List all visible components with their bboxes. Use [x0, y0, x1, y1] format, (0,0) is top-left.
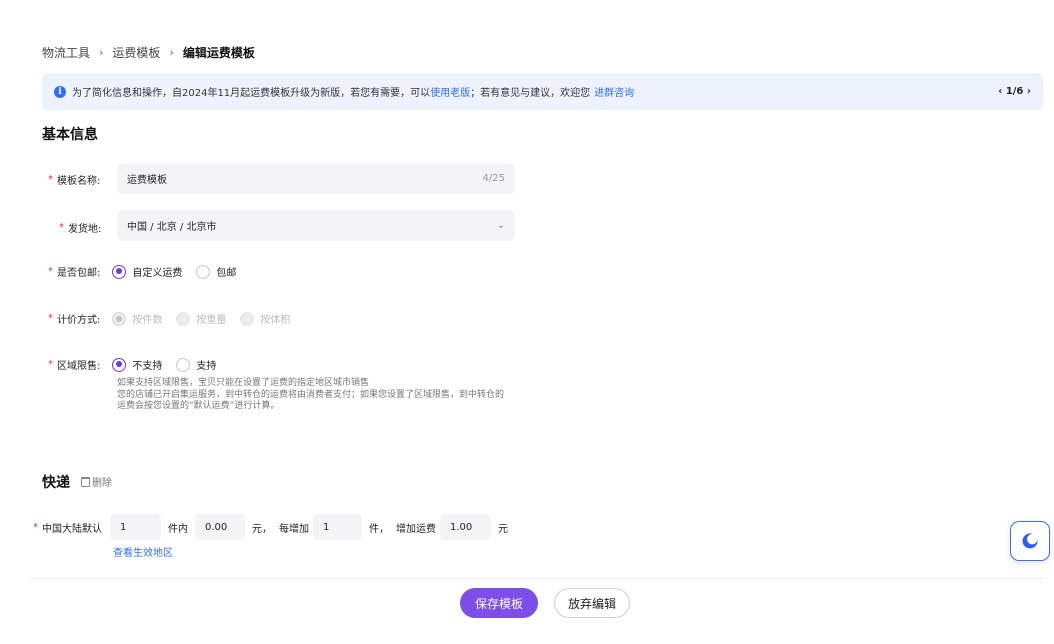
breadcrumb-current: 编辑运费模板	[182, 46, 255, 60]
template-name-label: * 模板名称:	[48, 174, 101, 187]
delete-express-button[interactable]: 删除	[81, 474, 112, 489]
radio-not-support[interactable]: 不支持	[112, 357, 162, 372]
radio-by-count: 按件数	[112, 311, 162, 326]
view-effective-region-link[interactable]: 查看生效地区	[113, 544, 173, 559]
footer-divider	[30, 578, 1043, 579]
default-fee-row: * 中国大陆默认 1 件内 0.00 元， 每增加 1 件， 增加运费 1.00…	[33, 514, 515, 540]
origin-select[interactable]: 中国 / 北京 / 北京市 ⌄	[117, 210, 515, 241]
radio-checked-icon	[112, 264, 127, 279]
info-icon: i	[54, 85, 66, 98]
notice-text-middle: ；若有意见与建议，欢迎您	[470, 88, 591, 99]
first-count-input[interactable]: 1	[110, 514, 161, 540]
radio-disabled-icon	[112, 311, 127, 326]
radio-by-weight: 按重量	[176, 311, 226, 326]
radio-checked-icon	[112, 357, 127, 372]
radio-support[interactable]: 支持	[176, 357, 216, 372]
use-old-version-link[interactable]: 使用老版	[430, 84, 470, 99]
discard-edit-button[interactable]: 放弃编辑	[554, 588, 630, 618]
moon-icon	[1022, 533, 1038, 549]
notice-pager[interactable]: ‹ 1/6 ›	[998, 86, 1031, 97]
assistant-float-button[interactable]	[1010, 521, 1050, 561]
breadcrumb-separator: ›	[169, 46, 174, 59]
free-shipping-row: * 是否包邮: 自定义运费 包邮	[48, 264, 237, 279]
radio-disabled-icon	[176, 311, 191, 326]
region-help-text: 如果支持区域限售，宝贝只能在设置了运费的指定地区城市销售 您的店铺已开启集运服务…	[117, 378, 505, 411]
template-name-input[interactable]: 运费模板 4/25	[117, 163, 515, 194]
breadcrumb-separator: ›	[99, 46, 104, 59]
first-fee-input[interactable]: 0.00	[195, 514, 245, 540]
save-template-button[interactable]: 保存模板	[460, 588, 538, 618]
add-fee-input[interactable]: 1.00	[440, 514, 491, 540]
radio-disabled-icon	[240, 311, 255, 326]
notice-text: 为了简化信息和操作，自2024年11月起运费模板升级为新版，若您有需要，可以	[72, 88, 431, 99]
radio-unchecked-icon	[176, 357, 191, 372]
basic-info-title: 基本信息	[42, 127, 98, 143]
pricing-row: * 计价方式: 按件数 按重量 按体积	[48, 311, 291, 326]
radio-by-volume: 按体积	[240, 311, 290, 326]
radio-unchecked-icon	[196, 264, 211, 279]
mainland-default-label: 中国大陆默认	[42, 523, 102, 535]
express-title: 快递	[42, 475, 70, 491]
template-name-value: 运费模板	[127, 175, 167, 186]
radio-custom-fee[interactable]: 自定义运费	[112, 264, 182, 279]
radio-free-shipping[interactable]: 包邮	[196, 264, 236, 279]
breadcrumb: 物流工具 › 运费模板 › 编辑运费模板	[42, 44, 255, 61]
region-restrict-row: * 区域限售: 不支持 支持	[48, 357, 217, 372]
add-count-input[interactable]: 1	[313, 514, 362, 540]
breadcrumb-logistics-tools[interactable]: 物流工具	[42, 44, 90, 61]
trash-icon	[81, 476, 90, 487]
origin-value: 中国 / 北京 / 北京市	[127, 222, 217, 233]
chevron-down-icon: ⌄	[496, 220, 505, 231]
join-group-link[interactable]: 进群咨询	[594, 84, 634, 99]
breadcrumb-freight-templates[interactable]: 运费模板	[112, 44, 160, 61]
origin-label: * 发货地:	[59, 222, 102, 235]
notice-banner: i 为了简化信息和操作，自2024年11月起运费模板升级为新版，若您有需要，可以…	[42, 73, 1043, 110]
char-counter: 4/25	[482, 173, 505, 184]
